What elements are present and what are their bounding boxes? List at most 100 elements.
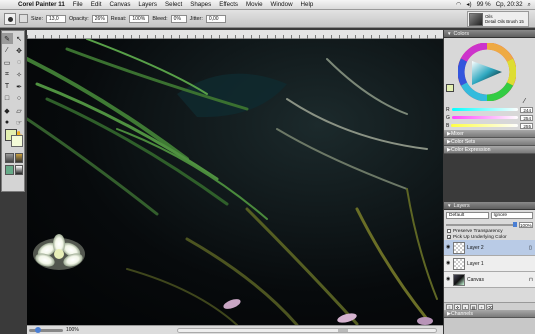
weaving-selector-icon[interactable] [14,165,23,175]
collapse-triangle-icon[interactable]: ▼ [447,203,451,208]
layer-lock-icon[interactable]: ▯ [529,245,535,251]
blue-value[interactable]: 255 [520,122,533,129]
color-wheel[interactable] [458,43,516,101]
visibility-eye-icon[interactable]: ◉ [446,261,451,266]
smudge-icon[interactable]: ☞ [14,117,25,128]
colors-panel-title: Colors [453,30,470,37]
menu-help[interactable]: Help [297,1,318,8]
brush-icon[interactable]: ✎ [1,33,13,44]
eraser-icon[interactable]: ▱ [14,105,25,116]
shape-icon[interactable]: □ [2,93,13,104]
colors-panel-header[interactable]: ▼ Colors [444,30,535,38]
visibility-eye-icon[interactable]: ◉ [446,245,451,250]
brush-tip-icon[interactable] [4,12,16,25]
blue-slider[interactable] [451,124,518,127]
layer-mask-icon[interactable]: ◐ [462,304,469,310]
layer-adjuster-icon[interactable]: ✥ [14,45,25,56]
magic-wand-icon[interactable]: ✧ [14,69,25,80]
text-icon[interactable]: T [2,81,13,92]
menu-layers[interactable]: Layers [134,1,161,8]
reset-tool-icon[interactable] [19,14,28,23]
current-color-swatch[interactable] [446,84,454,92]
size-field[interactable]: 13,0 [45,14,66,23]
brush-preview-icon [469,12,483,26]
lasso-icon[interactable]: ◌ [14,57,25,68]
layer-row-canvas[interactable]: ◉ Canvas ⊓ [444,272,535,288]
ruler [27,30,443,39]
layer-name: Canvas [467,276,484,283]
layer-opacity-value[interactable]: 100% [519,221,533,228]
pen-icon[interactable]: ✒ [14,81,25,92]
horizontal-scrollbar[interactable] [177,327,437,333]
composite-method-select[interactable]: Default [446,212,489,219]
jitter-label: Jitter: [189,15,203,22]
delete-layer-icon[interactable]: ⌫ [486,304,493,310]
menu-effects[interactable]: Effects [215,1,242,8]
painting-canvas[interactable] [27,39,443,325]
battery-status[interactable]: 99 % [477,1,491,8]
red-row: R 244 [446,106,533,113]
paint-bucket-icon[interactable]: ◆ [2,105,13,116]
green-value[interactable]: 254 [520,114,533,121]
mixer-panel-header[interactable]: ▶ Mixer [444,130,535,138]
eyedropper-icon[interactable]: ⁄ [524,98,525,105]
toolbox: ✎ ↖ ⁄ ✥ ▭ ◌ ⌗ ✧ T ✒ □ ○ ◆ ▱ ● ☞ ⚲ ✋ [1,30,25,192]
resat-field[interactable]: 100% [129,14,150,23]
new-layer-icon[interactable]: + [478,304,485,310]
layer-row-layer-1[interactable]: ◉ Layer 1 [444,256,535,272]
layer-commands-icon[interactable]: ≡ [446,304,453,310]
menu-select[interactable]: Select [161,1,186,8]
channels-panel-header[interactable]: ▶ Channels [444,310,535,318]
menu-app[interactable]: Corel Painter 11 [14,1,69,8]
color-sets-panel-header[interactable]: ▶ Color Sets [444,138,535,146]
gradient-selector-icon[interactable] [14,153,23,163]
pattern-selector-icon[interactable] [5,165,14,175]
zoom-level[interactable]: 100% [66,327,79,333]
menu-movie[interactable]: Movie [242,1,267,8]
layer-lock-icon[interactable]: ⊓ [529,277,535,283]
layers-footer: ≡ ✣ ◐ ▤ + ⌫ [444,302,535,310]
opacity-field[interactable]: 26% [91,14,108,23]
dynamic-plugins-icon[interactable]: ✣ [454,304,461,310]
wifi-icon[interactable]: ◠ [456,1,461,8]
crop-icon[interactable]: ⌗ [2,69,13,80]
green-slider[interactable] [451,116,518,119]
layer-lock-icon[interactable] [529,261,535,267]
new-group-icon[interactable]: ▤ [470,304,477,310]
additional-color-swatch[interactable] [11,135,23,147]
visibility-eye-icon[interactable]: ◉ [446,277,451,282]
menu-edit[interactable]: Edit [87,1,106,8]
bleed-label: Bleed: [152,15,168,22]
clock[interactable]: Ср, 20:32 [496,1,523,8]
blend-icon[interactable]: ● [2,117,13,128]
red-value[interactable]: 244 [520,106,533,113]
menu-file[interactable]: File [69,1,87,8]
brush-selector[interactable]: Oils Detail Oils Brush 15 [467,11,529,27]
layer-name: Layer 1 [467,260,484,267]
blue-label: B [446,122,450,129]
layers-panel-title: Layers [453,202,470,209]
selection-arrow-icon[interactable]: ↖ [14,33,25,44]
menu-canvas[interactable]: Canvas [105,1,134,8]
volume-icon[interactable]: ◂) [466,1,471,8]
pick-up-underlying-checkbox[interactable]: ✓ [447,235,451,240]
bleed-field[interactable]: 0% [170,14,187,23]
red-slider[interactable] [451,108,518,111]
menu-shapes[interactable]: Shapes [186,1,215,8]
composite-depth-select[interactable]: Ignore [490,212,533,219]
transform-icon[interactable]: ○ [14,93,25,104]
color-expression-panel-header[interactable]: ▶ Color Expression [444,146,535,154]
dropper-icon[interactable]: ⁄ [2,45,13,56]
spotlight-icon[interactable]: ⌕ [528,1,531,9]
blue-row: B 255 [446,122,533,129]
layer-row-layer-2[interactable]: ◉ Layer 2 ▯ [444,240,535,256]
zoom-slider[interactable] [29,326,63,333]
jitter-field[interactable]: 0,00 [205,14,226,23]
layers-panel-header[interactable]: ▼ Layers [444,202,535,210]
rectangle-select-icon[interactable]: ▭ [2,57,13,68]
preserve-transparency-checkbox[interactable] [447,229,451,233]
layer-opacity-slider[interactable] [446,221,517,227]
paper-selector-icon[interactable] [5,153,14,163]
collapse-triangle-icon[interactable]: ▼ [447,31,451,36]
menu-window[interactable]: Window [267,1,297,8]
